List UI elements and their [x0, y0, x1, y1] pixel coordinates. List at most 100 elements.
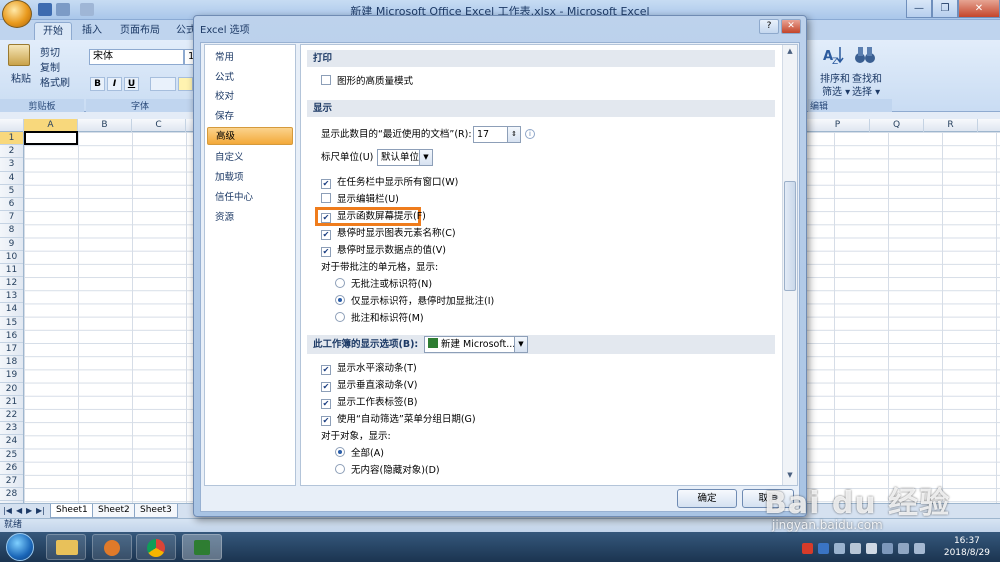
- tab-insert[interactable]: 插入: [74, 22, 110, 40]
- radio-off[interactable]: [335, 464, 345, 474]
- column-p-header[interactable]: P: [806, 119, 870, 132]
- excel-taskbar-icon[interactable]: [182, 534, 222, 560]
- column-q-header[interactable]: Q: [870, 119, 924, 132]
- radio-indicator-only[interactable]: 仅显示标识符，悬停时加显批注(I): [335, 295, 494, 309]
- spinner-arrows-icon[interactable]: ⇕: [507, 127, 520, 142]
- row-header-cell[interactable]: 28: [0, 488, 23, 502]
- row-header-cell[interactable]: 5: [0, 185, 23, 198]
- row-header-cell[interactable]: 27: [0, 475, 23, 489]
- format-painter-button[interactable]: 格式刷: [40, 74, 70, 89]
- minimize-button[interactable]: —: [906, 0, 932, 18]
- sheet-tab-1[interactable]: Sheet1: [50, 504, 94, 518]
- recent-docs-spinner[interactable]: 17 ⇕: [473, 126, 521, 143]
- border-button[interactable]: [150, 77, 176, 91]
- column-r-header[interactable]: R: [924, 119, 978, 132]
- option-show-formula-bar[interactable]: 显示编辑栏(U): [321, 193, 399, 207]
- column-c-header[interactable]: C: [132, 119, 186, 132]
- tray-arrow-icon[interactable]: [866, 543, 877, 554]
- option-group-dates[interactable]: ✔ 使用“自动筛选”菜单分组日期(G): [321, 413, 476, 427]
- next-sheet-arrow[interactable]: ▶: [26, 506, 32, 515]
- radio-objects-none[interactable]: 无内容(隐藏对象)(D): [335, 464, 440, 478]
- sort-filter-label-2[interactable]: 筛选 ▾: [822, 83, 850, 98]
- option-show-sheet-tabs[interactable]: ✔ 显示工作表标签(B): [321, 396, 417, 410]
- radio-comments-and-indicator[interactable]: 批注和标识符(M): [335, 312, 424, 326]
- option-show-chart-names[interactable]: ✔ 悬停时显示图表元素名称(C): [321, 227, 456, 241]
- checkbox-checked[interactable]: ✔: [321, 382, 331, 392]
- cancel-button[interactable]: 取消: [742, 489, 794, 508]
- first-sheet-arrow[interactable]: |◀: [3, 506, 12, 515]
- row-header-cell[interactable]: 4: [0, 172, 23, 185]
- row-header-cell[interactable]: 19: [0, 369, 23, 383]
- option-print-hq[interactable]: 图形的高质量模式: [321, 75, 413, 89]
- checkbox-checked[interactable]: ✔: [321, 399, 331, 409]
- row-header-cell[interactable]: 7: [0, 211, 23, 225]
- sogou-icon[interactable]: [802, 543, 813, 554]
- ruler-units-dropdown[interactable]: 默认单位 ▼: [377, 149, 433, 166]
- column-b-header[interactable]: B: [78, 119, 132, 132]
- ok-button[interactable]: 确定: [677, 489, 737, 508]
- clock[interactable]: 16:37 2018/8/29: [944, 535, 990, 559]
- checkbox-checked[interactable]: ✔: [321, 179, 331, 189]
- font-name-box[interactable]: 宋体: [89, 49, 184, 65]
- radio-no-comments[interactable]: 无批注或标识符(N): [335, 278, 432, 292]
- row-header-cell[interactable]: 25: [0, 449, 23, 462]
- bold-button[interactable]: B: [90, 77, 105, 91]
- row-header-cell[interactable]: 10: [0, 251, 23, 264]
- paste-icon[interactable]: [8, 44, 30, 66]
- row-header-cell[interactable]: 1: [0, 132, 23, 146]
- checkbox-checked[interactable]: ✔: [321, 416, 331, 426]
- underline-button[interactable]: U: [124, 77, 139, 91]
- checkbox-checked[interactable]: ✔: [321, 365, 331, 375]
- chrome-icon[interactable]: [136, 534, 176, 560]
- row-header-cell[interactable]: 3: [0, 158, 23, 172]
- vertical-scrollbar[interactable]: ▲ ▼: [782, 45, 797, 485]
- scroll-down-icon[interactable]: ▼: [783, 471, 797, 483]
- nav-item-formulas[interactable]: 公式: [207, 69, 293, 87]
- select-all-corner[interactable]: [0, 119, 24, 132]
- nav-item-save[interactable]: 保存: [207, 108, 293, 126]
- row-header-cell[interactable]: 26: [0, 462, 23, 475]
- network-icon[interactable]: [898, 543, 909, 554]
- row-header-cell[interactable]: 13: [0, 290, 23, 304]
- row-header-cell[interactable]: 16: [0, 330, 23, 343]
- row-header-cell[interactable]: 9: [0, 238, 23, 251]
- dialog-help-button[interactable]: ?: [759, 19, 779, 34]
- row-header-cell[interactable]: 2: [0, 145, 23, 159]
- start-button[interactable]: [6, 533, 34, 561]
- restore-button[interactable]: ❐: [932, 0, 958, 18]
- radio-on[interactable]: [335, 295, 345, 305]
- nav-item-popular[interactable]: 常用: [207, 49, 293, 67]
- file-explorer-icon[interactable]: [46, 534, 86, 560]
- radio-off[interactable]: [335, 278, 345, 288]
- last-sheet-arrow[interactable]: ▶|: [36, 506, 45, 515]
- tab-home[interactable]: 开始: [34, 22, 72, 40]
- row-header-cell[interactable]: 18: [0, 356, 23, 370]
- checkbox-unchecked[interactable]: [321, 75, 331, 85]
- nav-item-resources[interactable]: 资源: [207, 209, 293, 227]
- scroll-up-icon[interactable]: ▲: [783, 47, 797, 59]
- workbook-dropdown[interactable]: 新建 Microsoft... ▼: [424, 336, 528, 353]
- row-header-cell[interactable]: 14: [0, 303, 23, 317]
- prev-sheet-arrow[interactable]: ◀: [16, 506, 22, 515]
- copy-button[interactable]: 复制: [40, 59, 60, 74]
- row-header-cell[interactable]: 22: [0, 409, 23, 423]
- help-tray-icon[interactable]: [818, 543, 829, 554]
- row-header-cell[interactable]: 8: [0, 224, 23, 238]
- sheet-tab-2[interactable]: Sheet2: [92, 504, 136, 518]
- volume-icon[interactable]: [914, 543, 925, 554]
- binoculars-icon[interactable]: [854, 44, 876, 66]
- option-show-all-windows[interactable]: ✔ 在任务栏中显示所有窗口(W): [321, 176, 458, 190]
- close-window-button[interactable]: ✕: [958, 0, 1000, 18]
- flag-icon[interactable]: [882, 543, 893, 554]
- tab-page-layout[interactable]: 页面布局: [112, 22, 168, 40]
- nav-item-proofing[interactable]: 校对: [207, 88, 293, 106]
- office-button[interactable]: [2, 0, 32, 28]
- cut-button[interactable]: 剪切: [40, 44, 60, 59]
- option-show-function-tips[interactable]: ✔ 显示函数屏幕提示(F): [321, 210, 426, 224]
- nav-item-advanced[interactable]: 高级: [207, 127, 293, 145]
- row-header-cell[interactable]: 23: [0, 422, 23, 436]
- scroll-thumb[interactable]: [784, 181, 796, 291]
- row-header-cell[interactable]: 24: [0, 435, 23, 449]
- chevron-down-icon[interactable]: ▼: [514, 337, 527, 352]
- checkbox-checked[interactable]: ✔: [321, 213, 331, 223]
